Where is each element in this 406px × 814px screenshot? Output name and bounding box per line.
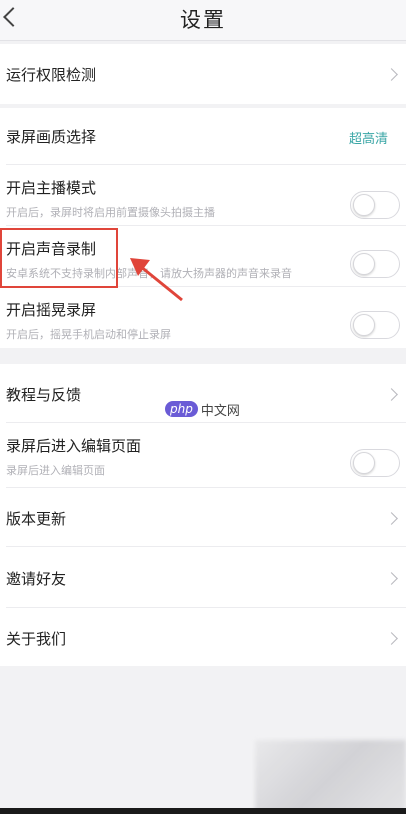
chevron-right-icon <box>385 388 398 401</box>
row-title: 录屏后进入编辑页面 <box>6 437 142 455</box>
row-title: 版本更新 <box>6 510 67 528</box>
chevron-right-icon <box>385 68 398 81</box>
page-title: 设置 <box>180 8 226 32</box>
row-title: 邀请好友 <box>6 570 67 588</box>
toggle-knob <box>353 314 375 336</box>
audio-record-toggle[interactable] <box>350 250 400 278</box>
row-title: 关于我们 <box>6 630 67 648</box>
row-invite-friends[interactable]: 邀请好友 <box>0 547 406 607</box>
chevron-right-icon <box>385 632 398 645</box>
watermark-logo: php <box>165 401 198 417</box>
row-title: 开启主播模式 <box>6 179 97 197</box>
settings-group-permission: 运行权限检测 <box>0 44 406 104</box>
row-title: 教程与反馈 <box>6 386 82 404</box>
row-title: 运行权限检测 <box>6 66 97 84</box>
quality-value[interactable]: 超高清 <box>349 128 388 147</box>
edit-after-record-toggle[interactable] <box>350 449 400 477</box>
watermark: php 中文网 <box>165 398 240 420</box>
shake-record-toggle[interactable] <box>350 311 400 339</box>
row-record-quality[interactable]: 录屏画质选择 超高清 <box>0 108 406 164</box>
watermark-text: 中文网 <box>200 403 240 419</box>
row-about-us[interactable]: 关于我们 <box>0 608 406 666</box>
toggle-knob <box>353 253 375 275</box>
highlight-box <box>0 228 118 288</box>
row-title: 录屏画质选择 <box>6 128 97 146</box>
red-arrow-icon <box>130 258 183 302</box>
chevron-right-icon <box>385 512 398 525</box>
chevron-right-icon <box>385 572 398 585</box>
row-subtitle: 录屏后进入编辑页面 <box>6 464 105 477</box>
header-bar: 设置 <box>0 0 406 41</box>
bottom-bar <box>0 808 406 814</box>
host-mode-toggle[interactable] <box>350 191 400 219</box>
row-permission-check[interactable]: 运行权限检测 <box>0 44 406 104</box>
toggle-knob <box>353 452 375 474</box>
row-host-mode: 开启主播模式 开启后，录屏时将启用前置摄像头拍摄主播 <box>0 165 406 225</box>
toggle-knob <box>353 194 375 216</box>
row-title: 开启摇晃录屏 <box>6 301 97 319</box>
row-edit-after-record: 录屏后进入编辑页面 录屏后进入编辑页面 <box>0 423 406 487</box>
row-subtitle: 开启后，录屏时将启用前置摄像头拍摄主播 <box>6 206 215 219</box>
row-version-update[interactable]: 版本更新 <box>0 488 406 546</box>
blurred-area <box>255 740 406 814</box>
row-subtitle: 开启后，摇晃手机启动和停止录屏 <box>6 328 171 341</box>
row-shake-record: 开启摇晃录屏 开启后，摇晃手机启动和停止录屏 <box>0 287 406 347</box>
